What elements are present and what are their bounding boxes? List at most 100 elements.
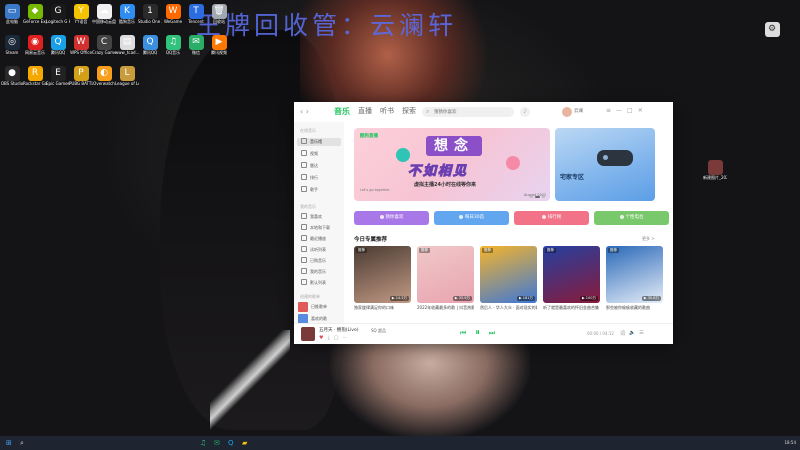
back-arrow-icon[interactable]: ‹ › bbox=[300, 107, 309, 116]
sidebar-my-item[interactable]: 我的音乐 bbox=[297, 268, 341, 276]
playlist-title[interactable]: 那些被你偷偷收藏的歌曲 bbox=[606, 305, 663, 311]
sidebar-my-item[interactable]: 已购音乐 bbox=[297, 257, 341, 265]
tab-audiobook[interactable]: 听书 bbox=[380, 106, 394, 117]
sidebar-item[interactable]: 排行 bbox=[297, 174, 341, 182]
listen-icon[interactable]: ♪ bbox=[520, 107, 530, 117]
pager-dot-active[interactable] bbox=[535, 196, 540, 198]
avatar[interactable] bbox=[562, 107, 572, 117]
desktop-icon[interactable]: ✉ 微信 bbox=[184, 35, 208, 55]
desktop-icon[interactable]: T Tencent bbox=[184, 4, 208, 24]
pause-icon[interactable]: ⏸ bbox=[475, 328, 480, 338]
banner-main[interactable]: 酷狗直播 想念 不如相见 虚拟主播24小时在线等你来 August 2022 L… bbox=[354, 128, 550, 201]
sidebar-my-item[interactable]: 最近播放 bbox=[297, 235, 341, 243]
desktop-icon[interactable]: ◉ 网易云音乐 bbox=[23, 35, 47, 55]
desktop-icon[interactable]: ♫ QQ音乐 bbox=[161, 35, 185, 55]
user-name[interactable]: 云澜 bbox=[574, 108, 583, 114]
more-icon[interactable]: ⋯ bbox=[342, 335, 347, 341]
desktop-icon[interactable]: C Crazy Games bbox=[92, 35, 116, 55]
maximize-button[interactable]: □ bbox=[627, 107, 633, 114]
quality-badge[interactable]: SQ 超品 bbox=[371, 328, 386, 334]
search-icon[interactable]: ⌕ bbox=[20, 439, 24, 447]
desktop-icon[interactable]: Y YY语音 bbox=[69, 4, 93, 24]
desktop-icon[interactable]: ◆GeForce Experience bbox=[23, 4, 47, 24]
desktop-icon[interactable]: ● OBS Studio bbox=[0, 66, 24, 86]
desktop-icon[interactable]: PPUBG BATTLEGROUNDS bbox=[69, 66, 93, 86]
playlist-title[interactable]: 2022年收藏最多的歌 | 抖音热歌 bbox=[417, 305, 474, 311]
taskbar-wechat-icon[interactable]: ✉ bbox=[214, 439, 220, 447]
next-icon[interactable]: ⏭ bbox=[489, 329, 495, 338]
desktop-icon[interactable]: EEpic Games Launcher bbox=[46, 66, 70, 86]
taskbar-qq-icon[interactable]: Q bbox=[228, 439, 234, 447]
quick-button[interactable]: 个性电台 bbox=[594, 211, 669, 225]
playlist-card[interactable]: 推荐 ▶ 14.5万独家旋律满足你的口味 bbox=[354, 246, 411, 311]
heart-icon[interactable]: ♥ bbox=[319, 335, 323, 341]
desktop-icon[interactable]: GLogitech G HUB bbox=[46, 4, 70, 24]
start-icon[interactable]: ⊞ bbox=[6, 439, 12, 447]
playlist-cover[interactable]: 推荐 ▶ 181万 bbox=[480, 246, 537, 303]
desktop-icon[interactable]: ▭ 此电脑 bbox=[0, 4, 24, 24]
tab-music[interactable]: 音乐 bbox=[334, 106, 350, 117]
sidebar-my-item[interactable]: 试听列表 bbox=[297, 246, 341, 254]
playlist-card[interactable]: 推荐 ▶ 181万然后人 · 华人大众 · 面对现实的歌 bbox=[480, 246, 537, 311]
playlist-card[interactable]: 推荐 ▶ 35.8万那些被你偷偷收藏的歌曲 bbox=[606, 246, 663, 311]
taskbar-folder-icon[interactable]: ▰ bbox=[242, 439, 247, 447]
desktop-icon[interactable]: Q 腾讯QQ bbox=[46, 35, 70, 55]
sidebar-my-item[interactable]: 本地和下载 bbox=[297, 224, 341, 232]
sidebar-playlist[interactable]: 日推歌单 bbox=[298, 302, 342, 312]
playlist-cover[interactable]: 推荐 ▶ 35.8万 bbox=[606, 246, 663, 303]
playlist-cover[interactable]: 推荐 ▶ 100万 bbox=[543, 246, 600, 303]
taskbar-music-icon[interactable]: ♫ bbox=[200, 439, 206, 447]
sidebar-my-item[interactable]: 我喜欢 bbox=[297, 213, 341, 221]
desktop-icon[interactable]: ▶ 腾讯视频 bbox=[207, 35, 231, 55]
banner-side[interactable]: 宅家专区 bbox=[555, 128, 655, 201]
quick-button[interactable]: 排行榜 bbox=[514, 211, 589, 225]
taskbar-clock[interactable]: 18:54 bbox=[784, 439, 796, 447]
desktop-icon[interactable]: 🗑 回收站 bbox=[207, 4, 231, 24]
desktop-icon-new-image[interactable]: 新建图片_2022... bbox=[703, 160, 727, 180]
download-icon[interactable]: ⤓ bbox=[327, 335, 329, 341]
playlist-title[interactable]: 然后人 · 华人大众 · 面对现实的歌 bbox=[480, 305, 537, 311]
desktop-icon[interactable]: ☁ 中国移动云盘 bbox=[92, 4, 116, 24]
search-box: ⌕ bbox=[422, 107, 514, 117]
desktop-icon[interactable]: ◎ Steam bbox=[0, 35, 24, 55]
desktop-icon[interactable]: 1Studio One 3.0专业版 bbox=[138, 4, 162, 24]
desktop-icon[interactable]: K 酷狗音乐 bbox=[115, 4, 139, 24]
volume-icon[interactable]: 🔈 bbox=[629, 330, 635, 337]
desktop-icon[interactable]: Q 腾讯QQ bbox=[138, 35, 162, 55]
close-button[interactable]: ✕ bbox=[638, 107, 643, 114]
sidebar-item[interactable]: 雷达 bbox=[297, 162, 341, 170]
quick-button[interactable]: 猜你喜欢 bbox=[354, 211, 429, 225]
pager-dot[interactable] bbox=[542, 196, 545, 198]
desktop-icon-settings[interactable]: ⚙ bbox=[760, 22, 784, 37]
pager-dot[interactable] bbox=[530, 196, 533, 198]
sidebar-my-item[interactable]: 默认列表 bbox=[297, 279, 341, 287]
desktop-icon[interactable]: ◐ Overwatch bbox=[92, 66, 116, 86]
playlist-card[interactable]: 推荐 ▶ 33.9万 2022年收藏最多的歌 | 抖音热歌 bbox=[417, 246, 474, 311]
sidebar-item[interactable]: 视频 bbox=[297, 150, 341, 158]
playlist-cover[interactable]: 推荐 ▶ 33.9万 bbox=[417, 246, 474, 303]
playlist-title[interactable]: 听了就是最喜欢的怀旧金曲合集 bbox=[543, 305, 600, 311]
search-input[interactable] bbox=[434, 108, 510, 116]
sidebar-item[interactable]: 音乐馆 bbox=[297, 138, 341, 146]
comment-icon[interactable]: ▢ bbox=[334, 335, 339, 341]
quick-button[interactable]: 每日30首 bbox=[434, 211, 509, 225]
player-cover[interactable] bbox=[301, 327, 315, 341]
recommend-more-link[interactable]: 更多 > bbox=[642, 236, 655, 242]
desktop-icon[interactable]: LLeague of Legends bbox=[115, 66, 139, 86]
desktop-icon[interactable]: ▤ www_tcad... bbox=[115, 35, 139, 55]
desktop-icon[interactable]: RRockstar Games bbox=[23, 66, 47, 86]
playlist-card[interactable]: 推荐 ▶ 100万听了就是最喜欢的怀旧金曲合集 bbox=[543, 246, 600, 311]
playlist-cover[interactable]: 推荐 ▶ 14.5万 bbox=[354, 246, 411, 303]
lyrics-icon[interactable]: 词 bbox=[620, 330, 625, 337]
previous-icon[interactable]: ⏮ bbox=[460, 329, 466, 338]
tab-explore[interactable]: 探索 bbox=[402, 106, 416, 117]
desktop-icon[interactable]: W WeGame bbox=[161, 4, 185, 24]
minimize-button[interactable]: — bbox=[616, 107, 622, 114]
tab-live[interactable]: 直播 bbox=[358, 106, 372, 117]
sidebar-item[interactable]: 歌手 bbox=[297, 186, 341, 194]
player-song[interactable]: 五月天 · 拥抱(Live) bbox=[319, 327, 359, 333]
playlist-icon[interactable]: ☰ bbox=[639, 330, 643, 337]
desktop-icon[interactable]: W WPS Office bbox=[69, 35, 93, 55]
menu-button[interactable]: ≡ bbox=[606, 107, 611, 114]
playlist-title[interactable]: 独家旋律满足你的口味 bbox=[354, 305, 411, 311]
